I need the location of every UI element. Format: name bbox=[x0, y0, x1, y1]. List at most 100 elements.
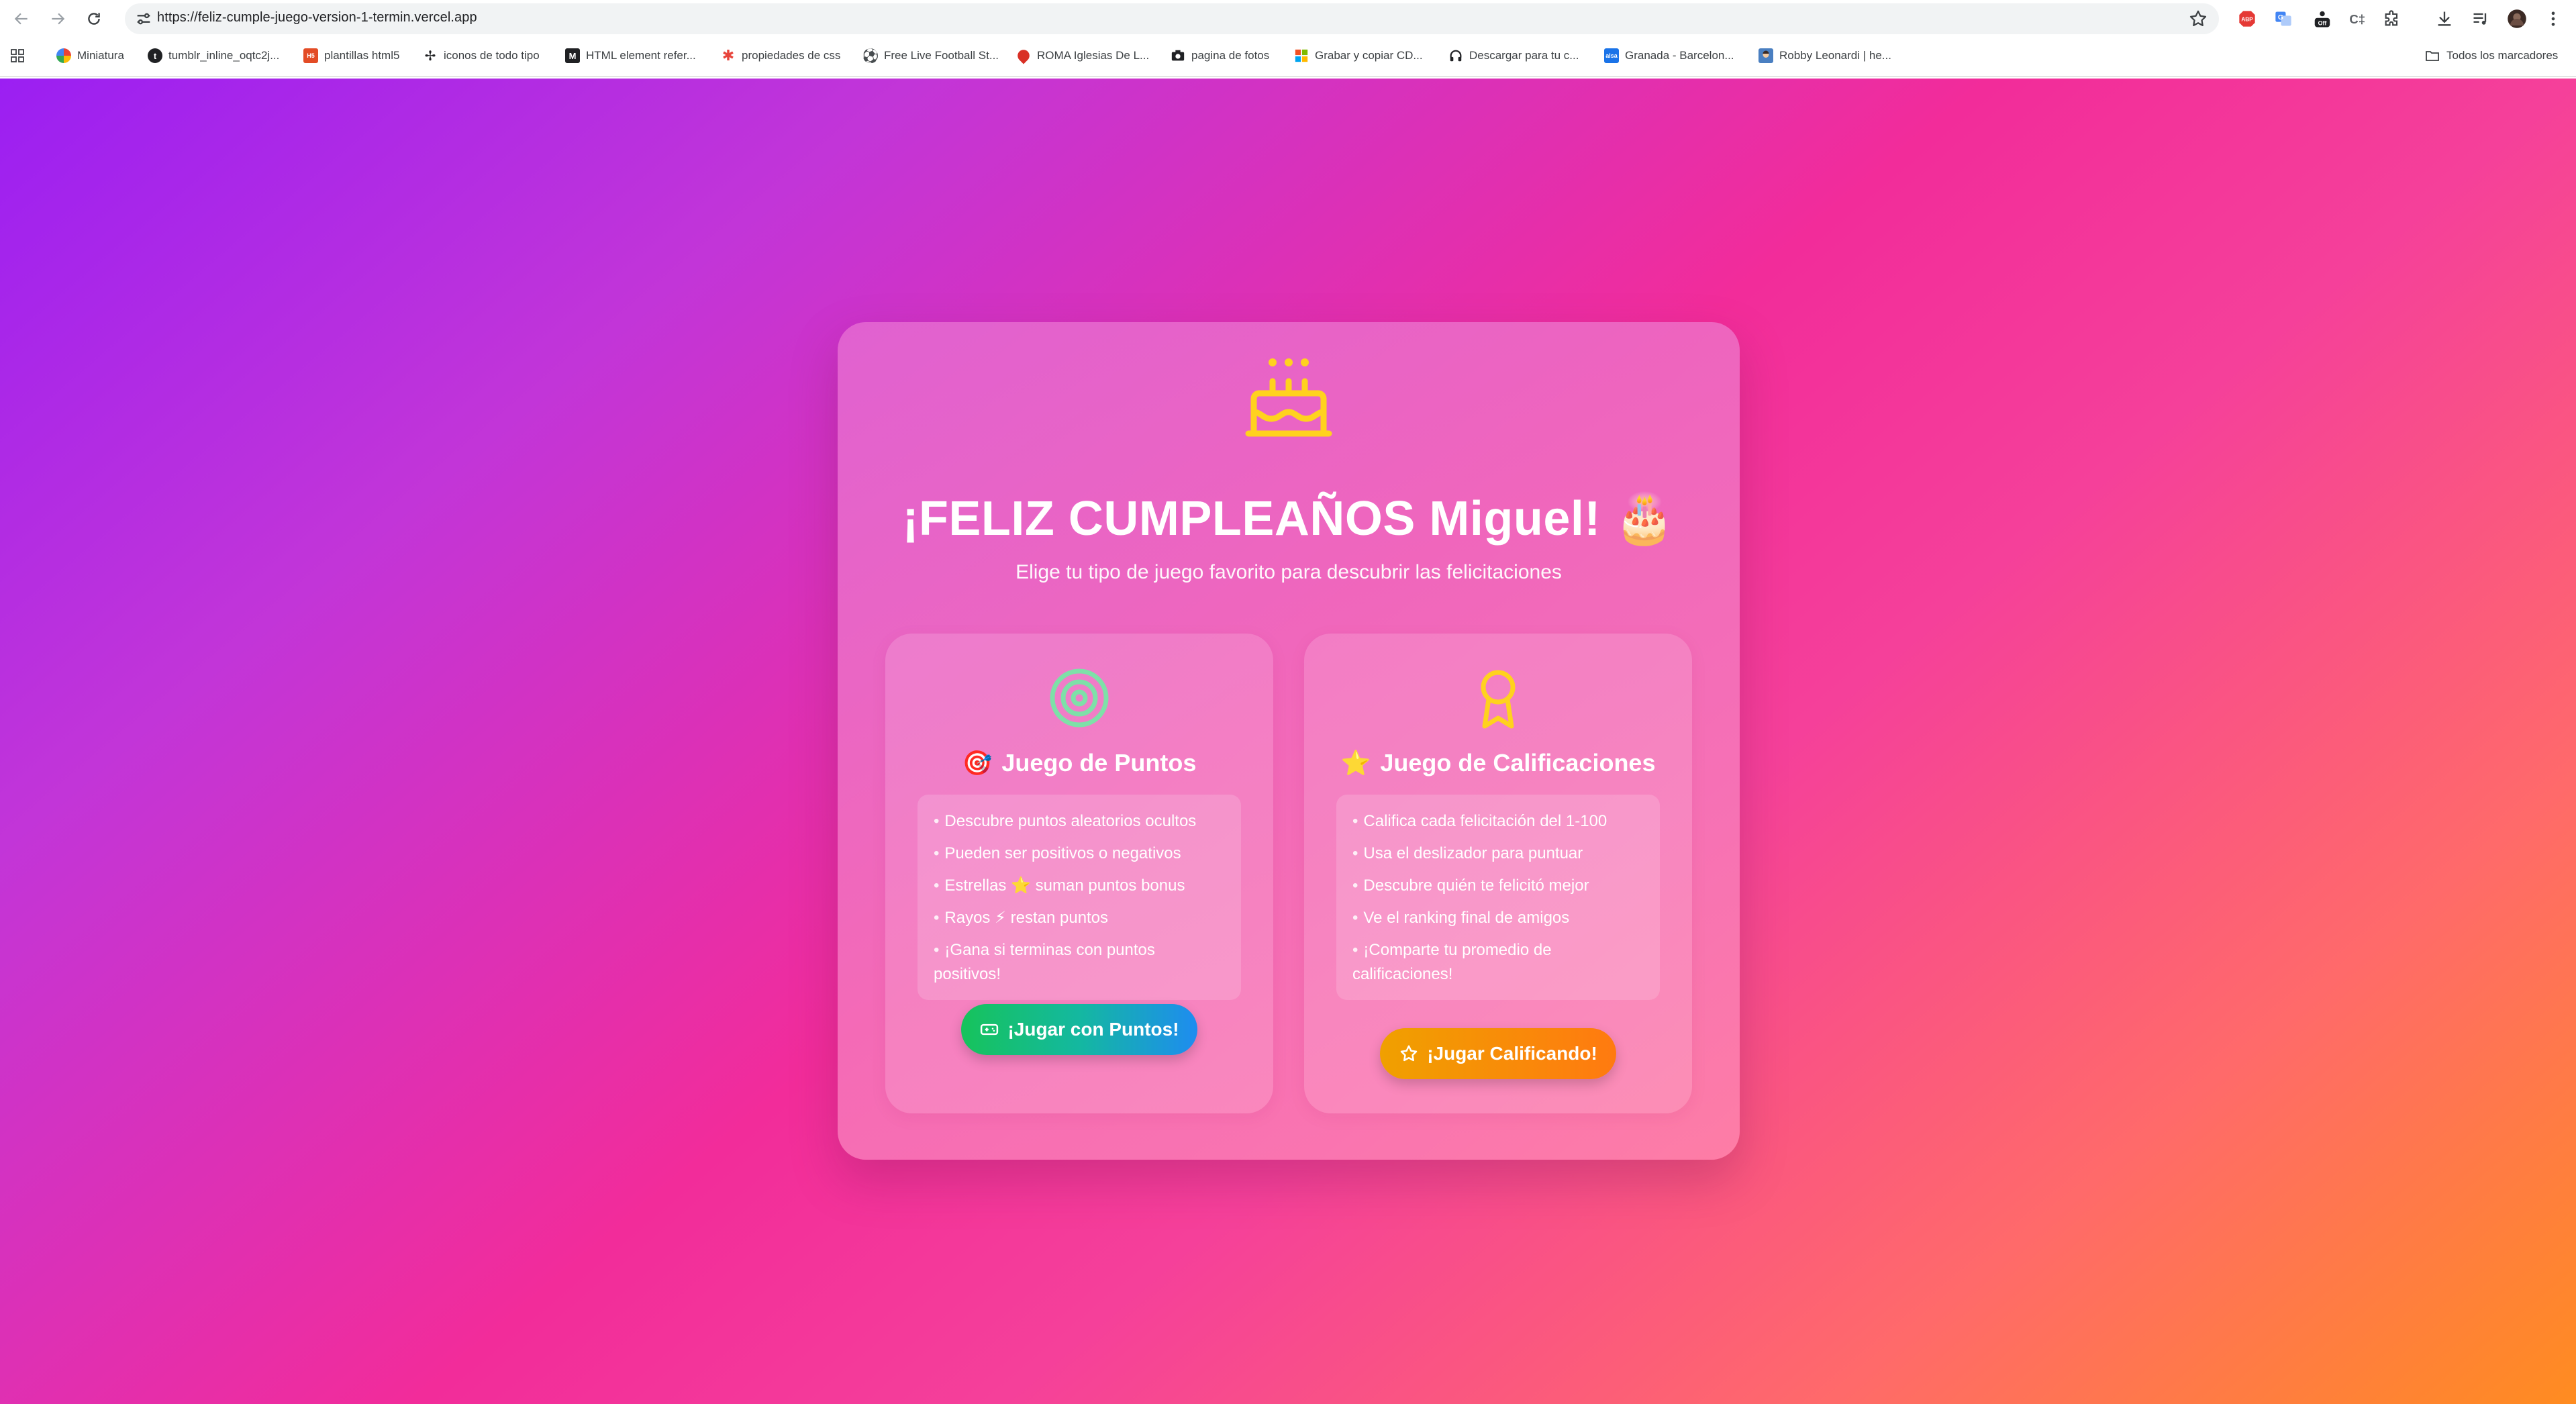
site-settings-icon[interactable] bbox=[134, 9, 153, 28]
cake-icon bbox=[1245, 358, 1332, 437]
page-title-text: ¡FELIZ CUMPLEAÑOS Miguel! bbox=[902, 492, 1601, 546]
star-outline-icon bbox=[1400, 1045, 1418, 1062]
translate-icon[interactable]: G bbox=[2273, 8, 2294, 30]
all-bookmarks-button[interactable]: Todos los marcadores bbox=[2424, 46, 2558, 66]
bookmarks-bar: Miniatura t tumblr_inline_oqtc2j... H5 p… bbox=[0, 42, 2576, 70]
address-bar[interactable]: https://feliz-cumple-juego-version-1-ter… bbox=[125, 3, 2219, 34]
bookmark-label: pagina de fotos bbox=[1191, 49, 1270, 62]
points-game-title: 🎯 Juego de Puntos bbox=[885, 749, 1273, 777]
play-ratings-label: ¡Jugar Calificando! bbox=[1427, 1043, 1597, 1064]
tumblr-icon: t bbox=[148, 48, 162, 63]
play-points-button[interactable]: ¡Jugar con Puntos! bbox=[961, 1004, 1197, 1055]
headphones-icon bbox=[1448, 48, 1463, 63]
bookmark-label: HTML element refer... bbox=[586, 49, 696, 62]
gamepad-icon bbox=[981, 1023, 999, 1036]
rule-item: • Usa el deslizador para puntuar bbox=[1352, 844, 1583, 862]
rule-item: • Rayos ⚡ restan puntos bbox=[934, 909, 1109, 927]
ublock-off-icon[interactable]: Off bbox=[2312, 8, 2333, 30]
asterisk-icon: ✱ bbox=[722, 47, 735, 64]
dart-emoji: 🎯 bbox=[962, 749, 993, 776]
bookmark-label: plantillas html5 bbox=[324, 49, 400, 62]
rule-item: • ¡Gana si terminas con puntos positivos! bbox=[934, 941, 1155, 983]
robby-icon bbox=[1758, 48, 1773, 63]
page-background: ¡FELIZ CUMPLEAÑOS Miguel! 🎂 Elige tu tip… bbox=[0, 79, 2576, 1404]
rule-item: • Descubre puntos aleatorios ocultos bbox=[934, 812, 1197, 830]
browser-menu-icon[interactable] bbox=[2542, 8, 2564, 30]
svg-text:ABP: ABP bbox=[2241, 17, 2253, 23]
folder-icon bbox=[2426, 51, 2439, 61]
bookmark-label: tumblr_inline_oqtc2j... bbox=[168, 49, 280, 62]
bookmark-item[interactable]: Robby Leonardi | he... bbox=[1758, 46, 1891, 66]
bookmark-item[interactable]: t tumblr_inline_oqtc2j... bbox=[148, 46, 279, 66]
bookmark-item[interactable]: Grabar y copiar CD... bbox=[1294, 46, 1423, 66]
ratings-game-title: ⭐ Juego de Calificaciones bbox=[1304, 749, 1692, 777]
target-icon bbox=[1050, 668, 1109, 728]
award-icon bbox=[1481, 670, 1516, 729]
ratings-rules-list: • Califica cada felicitación del 1-100 • U… bbox=[1336, 795, 1660, 1000]
rule-item: • Ve el ranking final de amigos bbox=[1352, 909, 1570, 927]
main-card: ¡FELIZ CUMPLEAÑOS Miguel! 🎂 Elige tu tip… bbox=[838, 322, 1740, 1160]
profile-avatar[interactable] bbox=[2506, 8, 2528, 30]
download-icon[interactable] bbox=[2434, 8, 2455, 30]
svg-text:Off: Off bbox=[2318, 19, 2327, 26]
camera-icon bbox=[1171, 48, 1185, 63]
windows-icon bbox=[1294, 48, 1309, 63]
bookmark-item[interactable]: ✢ iconos de todo tipo bbox=[423, 46, 540, 66]
page-title: ¡FELIZ CUMPLEAÑOS Miguel! 🎂 bbox=[838, 490, 1740, 547]
css-extension-icon[interactable]: C‡ bbox=[2346, 8, 2368, 30]
bookmark-item[interactable]: alsa Granada - Barcelon... bbox=[1604, 46, 1734, 66]
bookmark-item[interactable]: Descargar para tu c... bbox=[1448, 46, 1579, 66]
train-icon: alsa bbox=[1604, 48, 1619, 63]
cross-icon: ✢ bbox=[424, 48, 436, 64]
mdn-icon: M bbox=[565, 48, 580, 63]
bookmark-label: Miniatura bbox=[77, 49, 124, 62]
bookmark-item[interactable]: H5 plantillas html5 bbox=[303, 46, 399, 66]
extensions-puzzle-icon[interactable] bbox=[2381, 8, 2403, 30]
bookmark-label: Granada - Barcelon... bbox=[1625, 49, 1734, 62]
bookmark-item[interactable]: Miniatura bbox=[56, 46, 124, 66]
rule-item: • Califica cada felicitación del 1-100 bbox=[1352, 812, 1607, 830]
bookmark-star-icon[interactable] bbox=[2188, 9, 2208, 29]
bookmark-item[interactable]: ✱ propiedades de css bbox=[721, 46, 841, 66]
birthday-cake-emoji: 🎂 bbox=[1614, 492, 1675, 546]
bookmark-label: iconos de todo tipo bbox=[444, 49, 540, 62]
play-ratings-button[interactable]: ¡Jugar Calificando! bbox=[1380, 1028, 1616, 1079]
bookmark-item[interactable]: pagina de fotos bbox=[1171, 46, 1269, 66]
bookmark-item[interactable]: ⚽ Free Live Football St... bbox=[862, 46, 999, 66]
bookmark-label: Descargar para tu c... bbox=[1469, 49, 1579, 62]
bookmark-label: Free Live Football St... bbox=[884, 49, 999, 62]
media-controls-icon[interactable] bbox=[2470, 8, 2491, 30]
apps-grid-button[interactable] bbox=[9, 46, 26, 66]
back-button[interactable] bbox=[9, 7, 34, 31]
bookmark-label: propiedades de css bbox=[742, 49, 841, 62]
reload-button[interactable] bbox=[82, 7, 106, 31]
svg-text:C‡: C‡ bbox=[2349, 12, 2365, 26]
adblock-icon[interactable]: ABP bbox=[2236, 8, 2258, 30]
rule-item: • ¡Comparte tu promedio de calificaciones… bbox=[1352, 941, 1552, 983]
all-bookmarks-label: Todos los marcadores bbox=[2446, 49, 2559, 62]
bookmark-label: ROMA Iglesias De L... bbox=[1037, 49, 1150, 62]
football-icon: ⚽ bbox=[862, 48, 879, 64]
rule-item: • Descubre quién te felicitó mejor bbox=[1352, 876, 1589, 895]
bookmark-item[interactable]: ROMA Iglesias De L... bbox=[1015, 46, 1150, 66]
reload-icon bbox=[88, 13, 100, 25]
star-emoji: ⭐ bbox=[1340, 749, 1371, 776]
rule-item: • Estrellas ⭐ suman puntos bonus bbox=[934, 876, 1185, 895]
url-text[interactable]: https://feliz-cumple-juego-version-1-ter… bbox=[157, 10, 477, 26]
points-game-title-text: Juego de Puntos bbox=[1001, 749, 1197, 776]
map-pin-icon bbox=[1015, 47, 1032, 64]
apps-grid-icon bbox=[11, 49, 24, 62]
ratings-game-title-text: Juego de Calificaciones bbox=[1380, 749, 1656, 776]
browser-chrome: https://feliz-cumple-juego-version-1-ter… bbox=[0, 0, 2576, 77]
forward-button[interactable] bbox=[46, 7, 70, 31]
bookmark-item[interactable]: M HTML element refer... bbox=[565, 46, 696, 66]
rule-item: • Pueden ser positivos o negativos bbox=[934, 844, 1181, 862]
html-icon: H5 bbox=[303, 48, 318, 63]
browser-toolbar: https://feliz-cumple-juego-version-1-ter… bbox=[0, 0, 2576, 38]
arrow-left-icon bbox=[14, 13, 28, 25]
points-game-card: 🎯 Juego de Puntos • Descubre puntos aleato… bbox=[885, 634, 1273, 1113]
bookmark-label: Robby Leonardi | he... bbox=[1779, 49, 1891, 62]
page-subtitle: Elige tu tipo de juego favorito para des… bbox=[1015, 561, 1562, 583]
bookmark-label: Grabar y copiar CD... bbox=[1315, 49, 1423, 62]
play-points-label: ¡Jugar con Puntos! bbox=[1007, 1019, 1179, 1040]
